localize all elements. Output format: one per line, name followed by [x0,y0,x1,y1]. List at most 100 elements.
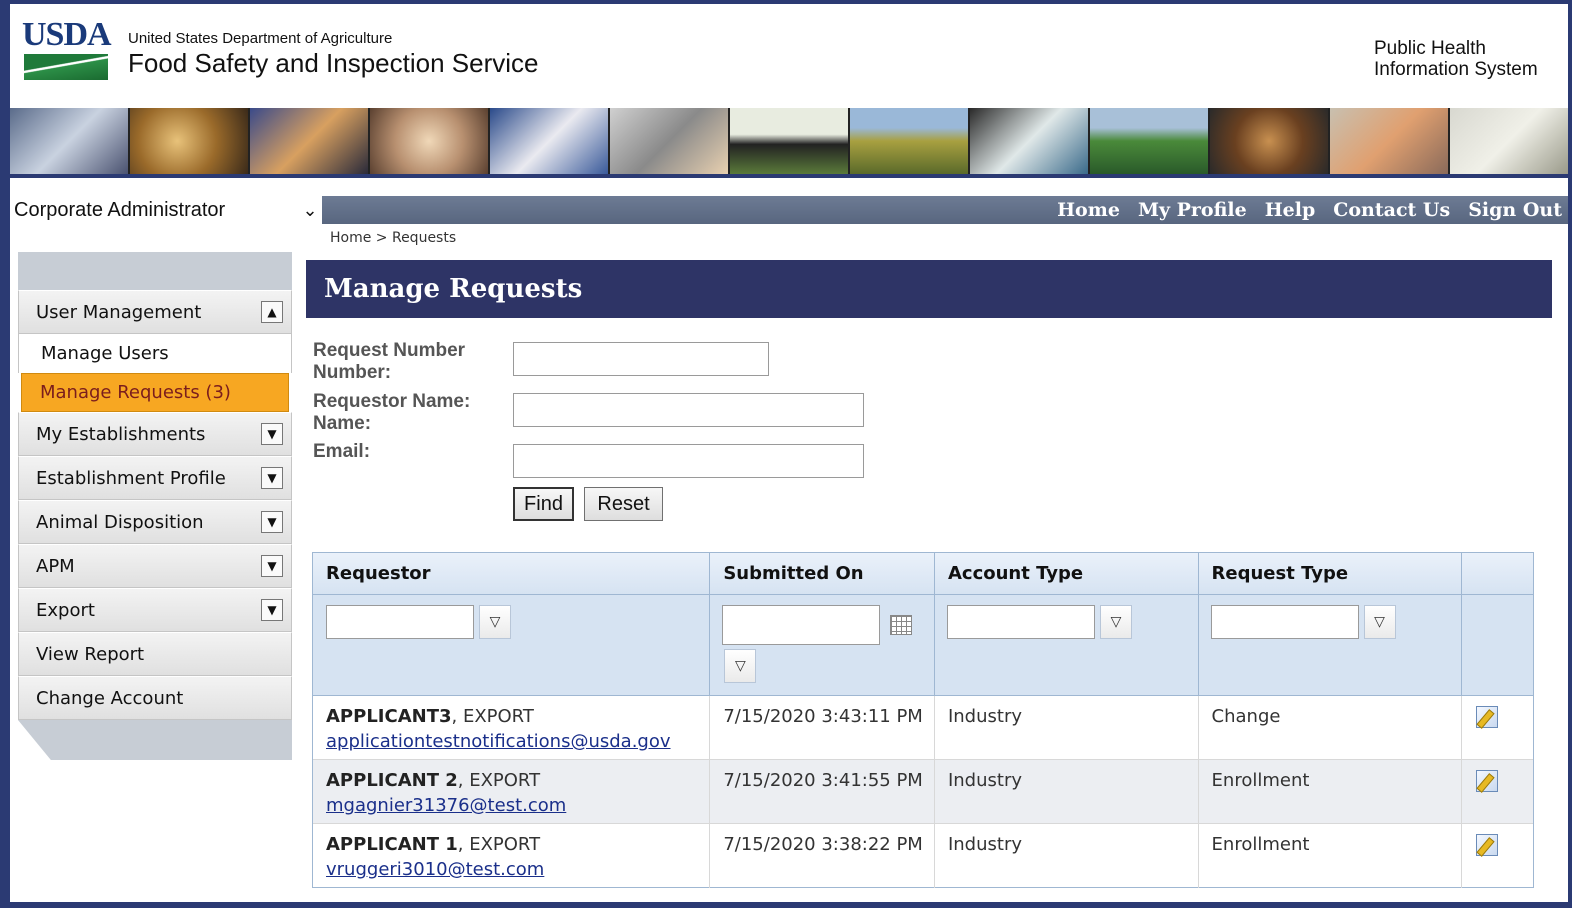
requestor-suffix: , EXPORT [457,770,541,791]
column-header-submitted-on[interactable]: Submitted On [710,553,935,594]
sidebar-item-label: APM [36,555,75,577]
request-type-filter-input[interactable] [1210,605,1359,639]
sidebar-item-export[interactable]: Export ▼ [18,588,292,632]
filter-cell-request-type: ▽ [1199,595,1463,695]
grid-header-row: Requestor Submitted On Account Type Requ… [313,553,1533,595]
chevron-up-icon[interactable]: ▲ [261,301,283,323]
submitted-on-filter-input[interactable] [722,605,881,645]
filter-cell-actions [1462,595,1533,695]
breadcrumb: Home > Requests [330,230,457,246]
top-navigation: Home My Profile Help Contact Us Sign Out [322,196,1568,224]
sidebar-item-user-management[interactable]: User Management ▲ [18,290,292,334]
edit-icon[interactable] [1476,770,1499,792]
sidebar-item-manage-users[interactable]: Manage Users [18,334,292,373]
nav-sign-out-link[interactable]: Sign Out [1468,199,1562,221]
system-name: Public Health Information System [1374,38,1554,80]
requestor-name-label-line2: Name: [313,413,372,434]
request-number-label: Request Number Number: [313,340,465,384]
actions-cell [1462,760,1533,823]
requestor-email-link[interactable]: vruggeri3010@test.com [326,859,709,880]
submitted-on-cell: 7/15/2020 3:38:22 PM [710,824,935,888]
usda-logo-graphic [24,54,108,80]
banner-photo [1450,108,1568,174]
sidebar-item-change-account[interactable]: Change Account [18,676,292,720]
banner-photo [1210,108,1330,174]
chevron-down-icon[interactable]: ▼ [261,511,283,533]
reset-button[interactable]: Reset [584,487,663,521]
banner-divider [10,174,1568,188]
page-title-bar: Manage Requests [306,260,1552,318]
grid-filter-row: ▽ ▽ ▽ ▽ [313,595,1533,696]
column-header-actions [1462,553,1533,594]
requestor-cell: APPLICANT 1, EXPORT vruggeri3010@test.co… [313,824,711,888]
sidebar-item-label: Change Account [36,687,184,709]
usda-logo[interactable]: USDA [22,18,112,80]
find-button[interactable]: Find [513,487,574,521]
requestor-name: APPLICANT 2 [326,770,458,791]
requestor-name: APPLICANT 1 [326,834,458,855]
sidebar-item-view-report[interactable]: View Report [18,632,292,676]
page-title: Manage Requests [324,274,583,304]
chevron-down-icon[interactable]: ▼ [261,555,283,577]
sidebar-item-animal-disposition[interactable]: Animal Disposition ▼ [18,500,292,544]
sidebar-item-label: User Management [36,301,202,323]
sidebar-item-manage-requests[interactable]: Manage Requests (3) [21,373,289,412]
requestor-name-label: Requestor Name: Name: [313,391,470,435]
request-number-label-line1: Request Number [313,340,466,361]
submitted-on-cell: 7/15/2020 3:43:11 PM [710,696,935,759]
requestor-name-input[interactable] [513,393,864,427]
edit-icon[interactable] [1476,834,1499,856]
sidebar-menu: User Management ▲ Manage Users Manage Re… [18,252,292,760]
requestor-filter-input[interactable] [326,605,474,639]
banner-photo [970,108,1090,174]
edit-icon[interactable] [1476,706,1499,728]
banner-photo [610,108,730,174]
site-header: USDA United States Department of Agricul… [10,4,1568,108]
calendar-icon[interactable] [890,615,913,635]
sidebar-item-apm[interactable]: APM ▼ [18,544,292,588]
filter-icon[interactable]: ▽ [479,605,511,639]
filter-icon[interactable]: ▽ [724,649,757,683]
nav-my-profile-link[interactable]: My Profile [1138,199,1247,221]
sidebar-item-label: View Report [36,643,145,665]
column-header-account-type[interactable]: Account Type [935,553,1199,594]
nav-home-link[interactable]: Home [1057,199,1120,221]
table-row[interactable]: APPLICANT 2, EXPORT mgagnier31376@test.c… [313,760,1533,824]
banner-photo [370,108,490,174]
account-type-filter-input[interactable] [946,605,1095,639]
table-row[interactable]: APPLICANT 1, EXPORT vruggeri3010@test.co… [313,824,1533,888]
role-selector-label: Corporate Administrator [14,198,226,221]
banner-photo [1090,108,1210,174]
agency-name: Food Safety and Inspection Service [128,48,539,78]
requestor-name-label-line1: Requestor Name: [313,391,471,412]
nav-help-link[interactable]: Help [1265,199,1316,221]
email-label: Email: [313,441,371,462]
filter-icon[interactable]: ▽ [1099,605,1132,639]
system-name-line1: Public Health [1374,38,1486,59]
nav-contact-us-link[interactable]: Contact Us [1333,199,1450,221]
chevron-down-icon[interactable]: ▼ [261,467,283,489]
chevron-down-icon[interactable]: ⌄ [298,200,322,221]
chevron-down-icon[interactable]: ▼ [261,599,283,621]
table-row[interactable]: APPLICANT3, EXPORT applicationtestnotifi… [313,696,1533,760]
requestor-email-link[interactable]: mgagnier31376@test.com [326,795,709,816]
filter-icon[interactable]: ▽ [1363,605,1396,639]
requestor-suffix: , EXPORT [457,834,541,855]
sidebar-item-my-establishments[interactable]: My Establishments ▼ [18,412,292,456]
requestor-email-link[interactable]: applicationtestnotifications@usda.gov [326,731,709,752]
requestor-cell: APPLICANT3, EXPORT applicationtestnotifi… [313,696,711,759]
role-selector[interactable]: Corporate Administrator ⌄ [10,194,322,226]
column-header-request-type[interactable]: Request Type [1199,553,1463,594]
email-input[interactable] [513,444,864,478]
request-number-input[interactable] [513,342,769,376]
banner-photo [730,108,850,174]
column-header-requestor[interactable]: Requestor [313,553,711,594]
photo-banner [10,108,1568,174]
request-type-cell: Change [1199,696,1463,759]
account-type-cell: Industry [935,760,1199,823]
request-number-label-line2: Number: [313,362,392,383]
banner-photo [250,108,370,174]
chevron-down-icon[interactable]: ▼ [261,423,283,445]
filter-cell-submitted-on: ▽ [710,595,935,695]
sidebar-item-establishment-profile[interactable]: Establishment Profile ▼ [18,456,292,500]
